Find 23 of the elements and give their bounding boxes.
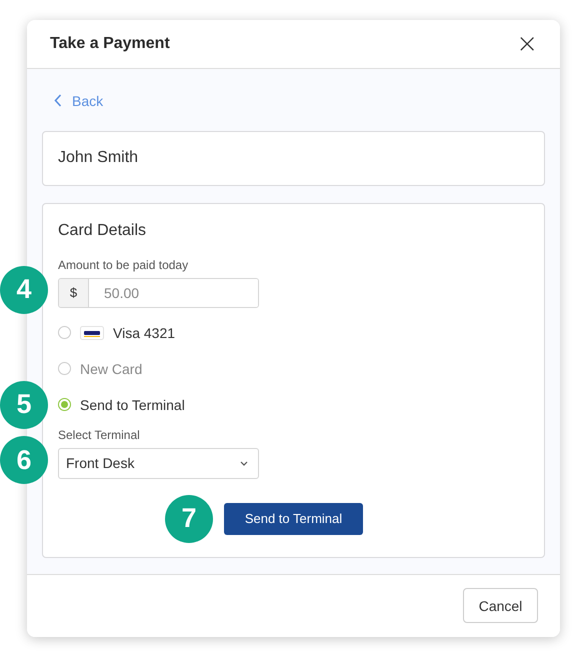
chevron-down-icon <box>240 460 248 466</box>
field-label: Amount to be paid today <box>58 258 190 272</box>
radio-label: Visa 4321 <box>113 324 176 341</box>
dialog-title: Take a Payment <box>50 34 170 53</box>
amount-field[interactable]: $ 50.00 <box>58 278 259 308</box>
field-label: Select Terminal <box>58 428 141 442</box>
customer-name: John Smith <box>58 149 138 168</box>
step-badge: 5 <box>0 380 48 429</box>
close-button[interactable]: × <box>516 30 538 57</box>
step-badge: 7 <box>165 494 213 543</box>
terminal-dropdown[interactable]: Front Desk <box>58 448 259 479</box>
currency-prefix: $ <box>59 278 89 307</box>
chevron-left-icon <box>54 94 62 108</box>
card-brand-icon <box>80 326 104 340</box>
radio-label: Send to Terminal <box>80 396 185 413</box>
step-badge: 6 <box>0 436 48 484</box>
step-badge: 4 <box>0 266 48 314</box>
send-button[interactable]: Send to Terminal <box>224 502 363 535</box>
section-title: Card Details <box>58 222 148 240</box>
radio-label: New Card <box>80 360 142 377</box>
radio-button[interactable] <box>58 398 71 412</box>
radio-button[interactable] <box>58 326 71 340</box>
cancel-button[interactable]: Cancel <box>463 588 538 624</box>
